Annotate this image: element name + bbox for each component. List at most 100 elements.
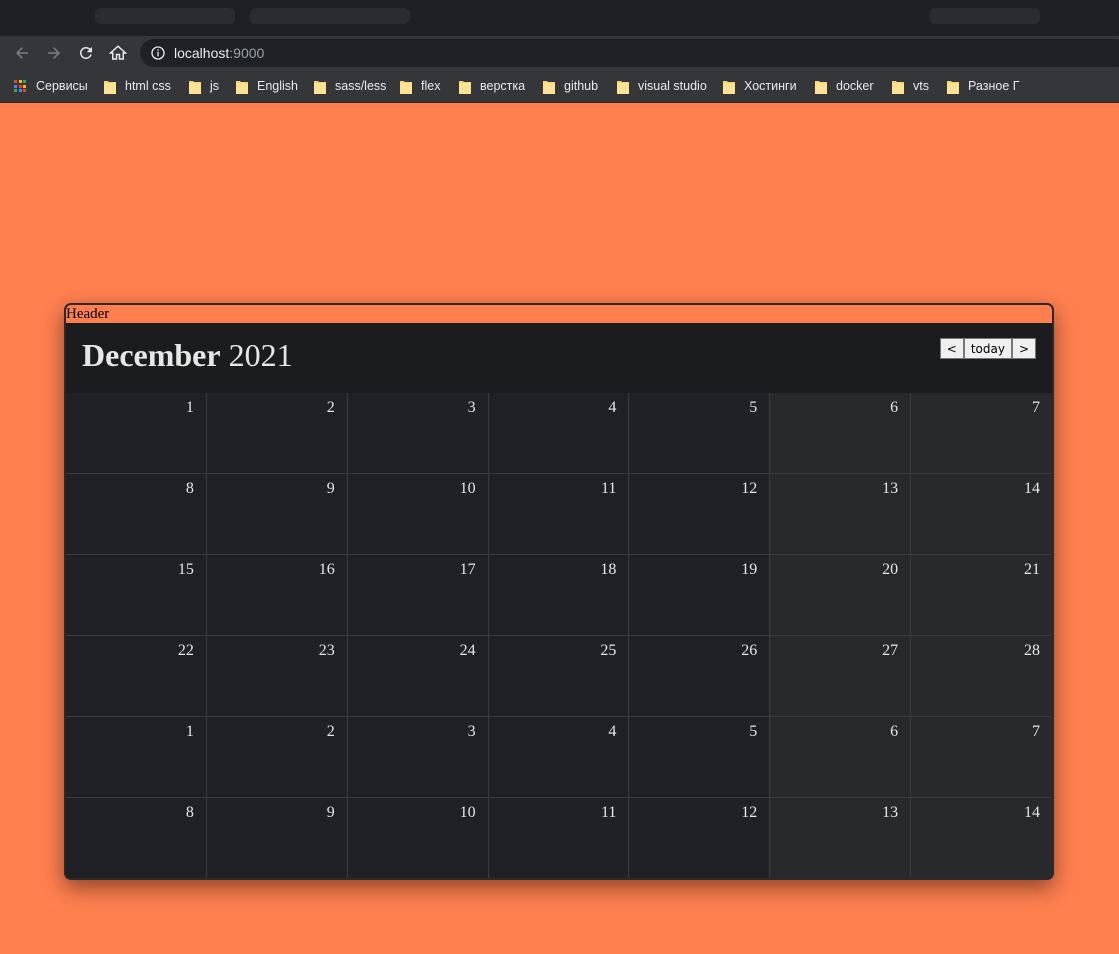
day-number: 24 — [459, 642, 476, 659]
day-number: 15 — [177, 561, 194, 578]
day-cell[interactable]: 15 — [66, 555, 207, 636]
day-cell[interactable]: 8 — [66, 798, 207, 878]
day-cell[interactable]: 22 — [66, 636, 207, 717]
day-cell[interactable]: 25 — [488, 636, 630, 717]
day-cell[interactable]: 7 — [911, 393, 1052, 474]
day-cell[interactable]: 20 — [770, 555, 912, 636]
day-cell[interactable]: 11 — [488, 474, 630, 555]
day-cell[interactable]: 1 — [66, 717, 207, 798]
folder-icon — [236, 80, 248, 94]
bookmark-label: github — [564, 79, 599, 93]
day-cell[interactable]: 1 — [66, 393, 207, 474]
day-number: 4 — [608, 399, 617, 416]
day-cell[interactable]: 8 — [66, 474, 207, 555]
day-number: 23 — [318, 642, 335, 659]
day-cell[interactable]: 14 — [911, 798, 1052, 878]
day-cell[interactable]: 9 — [206, 798, 348, 878]
day-cell[interactable]: 6 — [770, 717, 912, 798]
bookmark-label: html css — [125, 79, 171, 93]
bookmark-folder[interactable]: flex — [400, 76, 440, 96]
day-cell[interactable]: 19 — [629, 555, 771, 636]
bookmark-folder[interactable]: Хостинги — [723, 76, 797, 96]
day-cell[interactable]: 10 — [347, 474, 489, 555]
day-cell[interactable]: 26 — [629, 636, 771, 717]
day-cell[interactable]: 28 — [911, 636, 1052, 717]
reload-button[interactable] — [74, 41, 98, 65]
bookmark-folder[interactable]: sass/less — [314, 76, 386, 96]
address-bar[interactable]: localhost:9000 — [140, 39, 1119, 67]
day-cell[interactable]: 18 — [488, 555, 630, 636]
back-button[interactable] — [10, 41, 34, 65]
bookmark-label: visual studio — [638, 79, 707, 93]
bookmark-folder[interactable]: vts — [892, 76, 929, 96]
bookmark-label: Хостинги — [744, 79, 797, 93]
day-cell[interactable]: 4 — [488, 393, 630, 474]
url-text: localhost:9000 — [174, 45, 264, 61]
day-number: 11 — [601, 480, 617, 497]
folder-icon — [104, 80, 116, 94]
day-cell[interactable]: 9 — [206, 474, 348, 555]
day-cell[interactable]: 6 — [770, 393, 912, 474]
day-cell[interactable]: 17 — [347, 555, 489, 636]
day-cell[interactable]: 12 — [629, 798, 771, 878]
bookmark-folder[interactable]: html css — [104, 76, 171, 96]
bookmark-services[interactable]: Сервисы — [14, 76, 88, 96]
day-cell[interactable]: 5 — [629, 717, 771, 798]
day-cell[interactable]: 23 — [206, 636, 348, 717]
day-number: 25 — [600, 642, 617, 659]
day-number: 1 — [185, 723, 194, 740]
arrow-left-icon — [16, 47, 28, 59]
day-number: 27 — [882, 642, 899, 659]
day-cell[interactable]: 11 — [488, 798, 630, 878]
day-number: 20 — [882, 561, 899, 578]
day-number: 22 — [177, 642, 194, 659]
prev-month-button[interactable]: < — [939, 338, 964, 359]
day-number: 6 — [890, 723, 899, 740]
browser-toolbar: localhost:9000 — [0, 36, 1119, 69]
day-cell[interactable]: 2 — [206, 717, 348, 798]
day-cell[interactable]: 7 — [911, 717, 1052, 798]
info-icon[interactable] — [150, 45, 166, 61]
bookmark-label: Сервисы — [36, 79, 88, 93]
day-cell[interactable]: 27 — [770, 636, 912, 717]
today-button[interactable]: today — [963, 338, 1012, 359]
day-cell[interactable]: 13 — [770, 798, 912, 878]
bookmark-folder[interactable]: Разное Г — [947, 76, 1020, 96]
bookmark-folder[interactable]: верстка — [459, 76, 525, 96]
day-cell[interactable]: 10 — [347, 798, 489, 878]
day-cell[interactable]: 5 — [629, 393, 771, 474]
bookmark-label: верстка — [480, 79, 526, 93]
day-cell[interactable]: 3 — [347, 717, 489, 798]
day-cell[interactable]: 3 — [347, 393, 489, 474]
day-cell[interactable]: 24 — [347, 636, 489, 717]
next-month-button[interactable]: > — [1011, 338, 1036, 359]
day-number: 10 — [459, 804, 476, 821]
folder-icon — [815, 80, 827, 94]
day-cell[interactable]: 14 — [911, 474, 1052, 555]
day-number: 6 — [890, 399, 899, 416]
day-cell[interactable]: 21 — [911, 555, 1052, 636]
day-number: 10 — [459, 480, 476, 497]
bookmark-folder[interactable]: js — [189, 76, 219, 96]
forward-button[interactable] — [42, 41, 66, 65]
day-cell[interactable]: 12 — [629, 474, 771, 555]
day-number: 4 — [608, 723, 617, 740]
day-cell[interactable]: 13 — [770, 474, 912, 555]
folder-icon — [189, 80, 201, 94]
bookmark-folder[interactable]: docker — [815, 76, 874, 96]
bookmark-folder[interactable]: github — [543, 76, 598, 96]
day-number: 1 — [185, 399, 194, 416]
bookmark-folder[interactable]: English — [236, 76, 298, 96]
day-cell[interactable]: 2 — [206, 393, 348, 474]
day-number: 17 — [459, 561, 476, 578]
calendar-toolbar: December 2021 < today > — [66, 323, 1052, 393]
folder-icon — [459, 80, 471, 94]
calendar-controls: < today > — [939, 338, 1036, 359]
day-cell[interactable]: 4 — [488, 717, 630, 798]
day-number: 9 — [326, 480, 335, 497]
day-cell[interactable]: 16 — [206, 555, 348, 636]
day-number: 14 — [1024, 480, 1040, 497]
bookmark-folder[interactable]: visual studio — [617, 76, 707, 96]
home-button[interactable] — [106, 41, 130, 65]
calendar-header-label: Header — [66, 305, 1052, 323]
